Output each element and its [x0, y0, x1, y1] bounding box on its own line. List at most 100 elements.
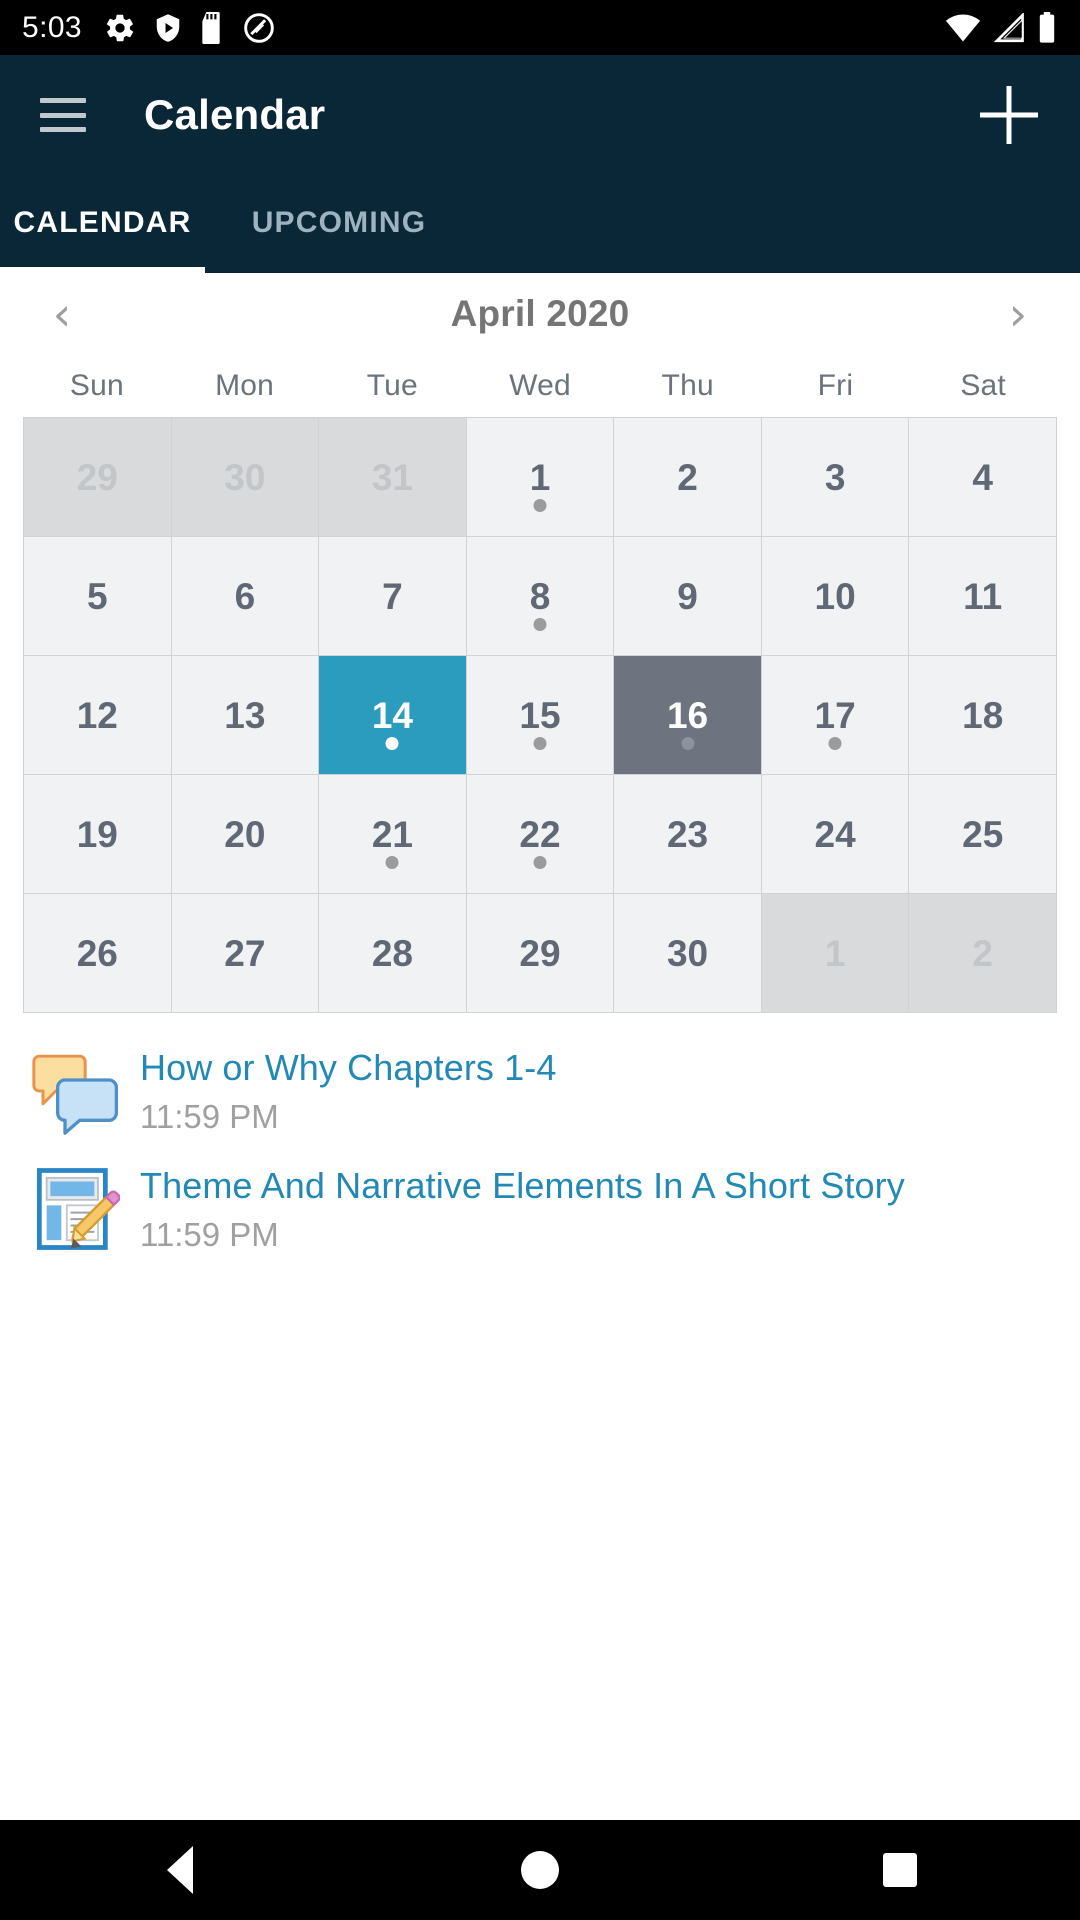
weekday-label: Sat	[960, 369, 1006, 402]
calendar-day-cell[interactable]: 18	[909, 656, 1057, 775]
discussion-bubbles-icon	[30, 1045, 122, 1137]
calendar-day-cell[interactable]: 12	[24, 656, 172, 775]
calendar-day-cell[interactable]: 30	[171, 418, 320, 537]
calendar-day-number: 6	[234, 575, 256, 617]
wifi-icon	[945, 14, 981, 41]
hamburger-menu-icon[interactable]	[40, 98, 86, 132]
event-indicator-dot	[828, 737, 842, 750]
calendar-day-number: 14	[371, 694, 413, 736]
event-title[interactable]: Theme And Narrative Elements In A Short …	[140, 1165, 905, 1207]
app-bar: Calendar	[0, 55, 1080, 175]
battery-icon	[1039, 11, 1055, 43]
calendar-day-cell[interactable]: 17	[761, 656, 910, 775]
calendar-day-cell[interactable]: 9	[614, 537, 762, 656]
event-list-item[interactable]: How or Why Chapters 1-4 11:59 PM	[0, 1031, 1080, 1149]
calendar-day-number: 2	[677, 456, 698, 498]
tab-calendar[interactable]: CALENDAR	[0, 175, 205, 270]
calendar-day-number: 9	[677, 575, 698, 617]
calendar-day-cell[interactable]: 31	[319, 418, 467, 537]
tab-upcoming[interactable]: UPCOMING	[205, 175, 473, 270]
calendar-day-cell[interactable]: 29	[466, 894, 615, 1013]
tab-bar: CALENDAR UPCOMING	[0, 175, 1080, 273]
calendar-day-cell[interactable]: 27	[171, 894, 320, 1013]
calendar-day-cell[interactable]: 1	[466, 418, 615, 537]
calendar-day-number: 21	[371, 813, 413, 855]
calendar-day-number: 24	[814, 813, 856, 855]
calendar-day-cell[interactable]: 10	[761, 537, 910, 656]
calendar-day-cell[interactable]: 22	[466, 775, 615, 894]
weekday-label: Mon	[215, 369, 275, 402]
calendar-day-cell[interactable]: 21	[319, 775, 467, 894]
phone-screen: 5:03 Calendar CALENDAR UPCOMING ‹ April	[0, 0, 1080, 1920]
recents-glyph	[883, 1853, 917, 1887]
month-navigation: ‹ April 2020 ›	[0, 273, 1080, 355]
calendar-day-cell[interactable]: 11	[909, 537, 1057, 656]
calendar-day-number: 28	[371, 932, 413, 974]
cellular-signal-icon	[993, 12, 1024, 42]
home-glyph	[521, 1851, 559, 1889]
calendar-day-number: 7	[382, 575, 403, 617]
status-bar: 5:03	[0, 0, 1080, 55]
event-title[interactable]: How or Why Chapters 1-4	[140, 1047, 556, 1089]
calendar-day-number: 25	[962, 813, 1004, 855]
calendar-day-cell[interactable]: 24	[761, 775, 910, 894]
calendar-day-cell[interactable]: 16	[614, 656, 762, 775]
calendar-day-cell[interactable]: 19	[24, 775, 172, 894]
calendar-day-cell[interactable]: 7	[319, 537, 467, 656]
settings-gear-icon	[106, 14, 134, 41]
previous-month-icon[interactable]: ‹	[34, 291, 90, 337]
hamburger-line	[40, 98, 86, 103]
calendar-day-cell[interactable]: 20	[171, 775, 320, 894]
calendar-day-cell[interactable]: 8	[466, 537, 615, 656]
next-month-icon[interactable]: ›	[990, 291, 1046, 337]
home-circle-icon[interactable]	[465, 1820, 615, 1920]
calendar-grid: 29 30 31 1 2 3 4 5 6 7 8 9 10 11 12 13 14 15 16 17 18 19 20 21 2…	[23, 417, 1057, 1013]
event-list-item[interactable]: Theme And Narrative Elements In A Short …	[0, 1149, 1080, 1267]
calendar-day-number: 16	[666, 694, 709, 736]
event-indicator-dot	[533, 856, 547, 869]
play-protect-shield-icon	[156, 13, 180, 42]
weekday-label: Sun	[69, 369, 124, 402]
calendar-day-cell[interactable]: 14	[319, 656, 467, 775]
weekday-label: Fri	[817, 369, 854, 402]
status-bar-system-icons	[944, 11, 1058, 44]
event-text-block: Theme And Narrative Elements In A Short …	[140, 1159, 905, 1254]
weekday-label: Tue	[366, 369, 418, 402]
status-bar-clock: 5:03	[22, 10, 82, 44]
calendar-day-number: 30	[666, 932, 709, 974]
calendar-grid-container: 29 30 31 1 2 3 4 5 6 7 8 9 10 11 12 13 14 15 16 17 18 19 20 21 2…	[0, 417, 1080, 1013]
calendar-day-cell[interactable]: 6	[171, 537, 320, 656]
calendar-day-number: 29	[76, 456, 118, 498]
calendar-day-number: 2	[972, 932, 993, 974]
calendar-day-number: 15	[519, 694, 561, 736]
calendar-day-cell[interactable]: 3	[761, 418, 910, 537]
calendar-day-cell[interactable]: 2	[909, 894, 1057, 1013]
calendar-day-cell[interactable]: 15	[466, 656, 615, 775]
calendar-day-number: 23	[666, 813, 709, 855]
calendar-day-number: 1	[529, 456, 551, 498]
assignment-pencil-icon	[30, 1163, 122, 1255]
hamburger-line	[40, 112, 86, 118]
calendar-day-cell[interactable]: 23	[614, 775, 762, 894]
weekday-label: Thu	[661, 369, 714, 402]
sd-card-icon	[202, 11, 220, 44]
recents-square-icon[interactable]	[825, 1820, 975, 1920]
back-triangle-icon[interactable]	[105, 1820, 255, 1920]
calendar-day-cell[interactable]: 1	[761, 894, 910, 1013]
event-indicator-dot	[385, 737, 399, 750]
calendar-day-cell[interactable]: 25	[909, 775, 1057, 894]
event-indicator-dot	[681, 737, 695, 750]
calendar-day-cell[interactable]: 30	[614, 894, 762, 1013]
calendar-day-cell[interactable]: 26	[24, 894, 172, 1013]
calendar-day-cell[interactable]: 13	[171, 656, 320, 775]
calendar-day-number: 26	[76, 932, 118, 974]
calendar-day-cell[interactable]: 28	[319, 894, 467, 1013]
calendar-day-cell[interactable]: 2	[614, 418, 762, 537]
calendar-day-cell[interactable]: 4	[909, 418, 1057, 537]
calendar-day-cell[interactable]: 5	[24, 537, 172, 656]
hamburger-line	[40, 127, 86, 132]
calendar-day-cell[interactable]: 29	[24, 418, 172, 537]
calendar-day-number: 30	[224, 456, 266, 498]
calendar-day-number: 20	[224, 813, 266, 855]
plus-icon[interactable]	[974, 80, 1044, 150]
